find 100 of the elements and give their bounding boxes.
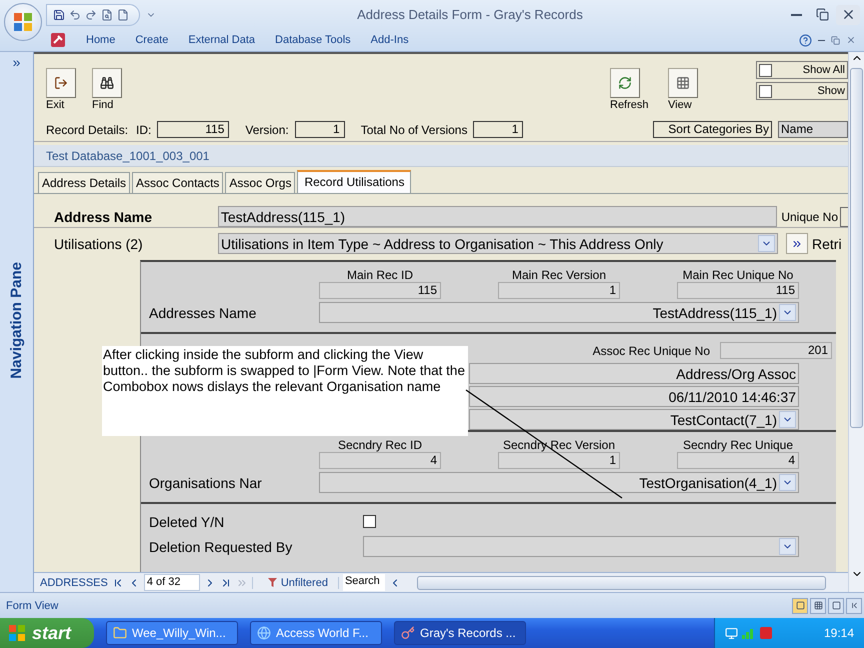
column-label: Secndry Rec Version [502,438,616,452]
save-button[interactable] [53,8,65,21]
number-field[interactable]: 1 [498,282,620,299]
design-view-button[interactable] [846,598,862,614]
deleted-checkbox[interactable] [363,515,376,528]
text-field[interactable]: Address/Org Assoc [469,363,799,384]
start-button[interactable]: start [0,618,94,648]
number-field[interactable]: 1 [473,121,524,138]
redo-button[interactable] [85,8,97,21]
database-name: Test Database_1001_003_001 [34,145,848,167]
document-icon [117,8,129,21]
name-combobox[interactable]: TestAddress(115_1) [319,302,799,323]
text-field[interactable]: 06/11/2010 14:46:37 [469,386,799,407]
filter-button[interactable]: Unfiltered [252,576,339,588]
field-label: Deleted Y/N [149,514,226,530]
office-orb-button[interactable] [4,3,42,41]
pane-label: Navigation Pane [8,262,25,379]
help-icon [799,34,812,47]
minimize-button[interactable] [818,40,825,41]
utilisations-combobox[interactable]: Utilisations in Item Type ~ Address to Organisation ~ This Address Only [218,233,778,254]
ribbon-tab[interactable]: Home [86,34,116,46]
layout-icon [832,601,840,610]
toolbar-button[interactable]: Refresh [610,68,668,111]
document-magnifier-icon [101,8,113,21]
table-name: ADDRESSES [40,576,108,588]
exit-door-icon [54,76,68,90]
toolbar-button[interactable]: View [668,68,726,111]
filter-checkbox[interactable] [759,84,772,98]
funnel-icon [266,577,278,588]
column-label: Secndry Rec Unique [682,438,794,452]
number-field[interactable]: 4 [677,452,799,469]
field-label: Retri [812,236,842,252]
column-label: Main Rec ID [346,268,414,282]
field-label: Organisations Nar [149,474,263,490]
number-field[interactable]: 1 [498,452,620,469]
print-preview-button[interactable] [101,8,113,21]
scroll-thumb[interactable] [850,68,863,428]
close-button[interactable] [836,4,860,25]
filter-label: Show [817,85,845,97]
filter-option[interactable]: Show All [756,61,848,79]
contact-combobox[interactable]: TestContact(7_1) [469,409,799,430]
close-icon [846,35,856,46]
undo-button[interactable] [69,8,81,21]
column-label: Secndry Rec ID [336,438,424,452]
taskbar-button[interactable]: Wee_Willy_Win... [106,621,238,645]
form-icon [796,601,804,610]
form-tab[interactable]: Assoc Orgs [225,172,296,193]
expand-pane-button[interactable]: » [12,52,20,72]
form-view-button[interactable] [792,598,808,614]
search-field[interactable]: Search [342,574,385,591]
grid-icon [814,601,822,610]
key-icon [401,626,415,640]
signal-icon [742,627,756,639]
restore-button[interactable] [831,36,840,45]
record-position-field[interactable]: 4 of 32 [144,574,200,591]
toolbar-button[interactable]: Exit [46,68,92,111]
number-field[interactable]: 1 [294,121,345,138]
binoculars-icon [100,76,114,90]
annotation-note: After clicking inside the subform and clicking the View button.. the subform is swapped to |Form View. Note that the Combobox nows dislays the relevant Organisation name [102,346,468,436]
filter-checkbox[interactable] [759,64,772,76]
number-field[interactable]: 201 [720,342,832,359]
number-field[interactable]: 4 [319,452,441,469]
minimize-icon [818,40,825,41]
four-squares-icon [12,11,34,33]
name-combobox[interactable]: TestOrganisation(4_1) [319,472,799,493]
number-field[interactable]: 115 [319,282,441,299]
ribbon-tab[interactable]: Database Tools [275,34,351,46]
field-label: ID: [136,122,152,136]
minimize-icon [790,14,802,16]
vertical-scrollbar[interactable] [848,52,864,592]
new-file-button[interactable] [117,8,129,21]
column-label: Main Rec Version [510,268,608,282]
ribbon-tab[interactable]: Create [135,34,168,46]
toolbar-button[interactable]: Find [92,68,138,111]
form-tab[interactable]: Record Utilisations [297,170,412,193]
filter-option[interactable]: Show [756,82,848,100]
form-tab[interactable]: Address Details [38,172,130,193]
status-text: Form View [6,600,58,612]
field-label: Version: [245,122,289,136]
number-field[interactable]: 115 [157,121,230,138]
datasheet-view-button[interactable] [810,598,826,614]
taskbar-button[interactable]: Access World F... [250,621,382,645]
ribbon-tab[interactable]: External Data [188,34,256,46]
restore-icon [831,36,840,45]
taskbar-button[interactable]: Gray's Records ... [394,621,526,645]
layout-view-button[interactable] [828,598,844,614]
four-squares-icon [8,624,26,642]
form-tab[interactable]: Assoc Contacts [132,172,224,193]
horizontal-scrollbar[interactable] [416,576,826,590]
sort-label: Sort Categories By [653,121,772,138]
sort-field[interactable]: Name [778,121,848,138]
number-field[interactable]: 115 [677,282,799,299]
address-name-field[interactable]: TestAddress(115_1) [218,206,778,227]
go-button[interactable] [786,233,808,254]
field-label: Address Name [54,208,154,224]
clock: 19:14 [824,626,855,640]
field-label: Total No of Versions [360,122,468,136]
ribbon-tab[interactable]: Add-Ins [370,34,409,46]
help-button[interactable] [799,34,812,47]
close-button[interactable] [846,35,856,46]
